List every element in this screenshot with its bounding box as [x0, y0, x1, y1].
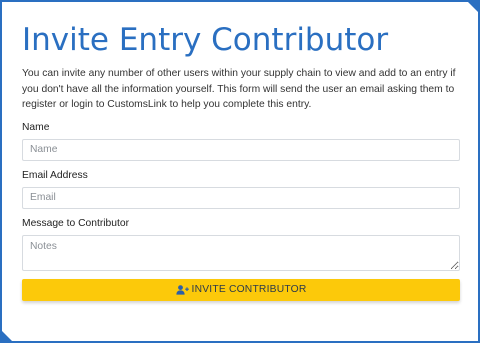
invite-form: Invite Entry Contributor You can invite … — [22, 20, 462, 301]
message-label: Message to Contributor — [22, 217, 130, 229]
invite-contributor-panel: Invite Entry Contributor You can invite … — [0, 0, 480, 343]
page-title: Invite Entry Contributor — [22, 22, 389, 58]
name-input[interactable] — [22, 138, 460, 161]
email-input[interactable] — [22, 186, 460, 209]
email-label: Email Address — [22, 169, 88, 181]
message-textarea[interactable] — [22, 234, 460, 271]
corner-accent-bottom-left — [0, 329, 14, 343]
invite-contributor-label: INVITE CONTRIBUTOR — [191, 284, 307, 295]
corner-accent-top-right — [466, 0, 480, 14]
form-description: You can invite any number of other users… — [22, 68, 456, 110]
name-label: Name — [22, 121, 50, 133]
invite-contributor-button[interactable]: INVITE CONTRIBUTOR — [22, 278, 460, 301]
user-plus-icon — [175, 284, 189, 295]
